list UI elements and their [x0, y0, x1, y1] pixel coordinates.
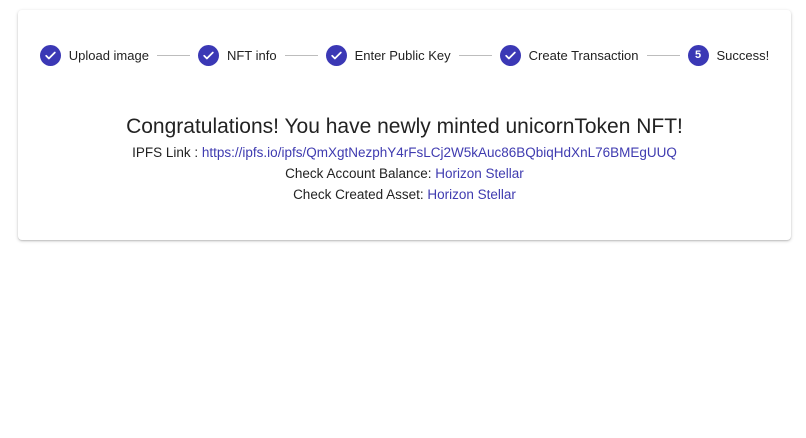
horizon-balance-link[interactable]: Horizon Stellar: [435, 166, 524, 181]
step-label: Enter Public Key: [354, 47, 451, 63]
success-message: Congratulations! You have newly minted u…: [18, 114, 791, 205]
ipfs-link[interactable]: https://ipfs.io/ipfs/QmXgtNezphY4rFsLCj2…: [202, 145, 677, 160]
step-number: 5: [694, 49, 702, 61]
step-connector: [458, 54, 492, 56]
check-icon: [499, 44, 521, 66]
step-label: Create Transaction: [528, 47, 639, 63]
account-balance-row: Check Account Balance: Horizon Stellar: [18, 163, 791, 184]
step-label: NFT info: [226, 47, 277, 63]
progress-stepper: Upload image NFT info Enter Public Key C…: [18, 43, 791, 67]
minting-result-card: Upload image NFT info Enter Public Key C…: [18, 10, 791, 240]
check-icon: [197, 44, 219, 66]
step-label: Upload image: [68, 47, 149, 63]
step-label: Success!: [716, 47, 770, 63]
step-connector: [156, 54, 190, 56]
created-asset-label: Check Created Asset:: [293, 187, 428, 202]
created-asset-row: Check Created Asset: Horizon Stellar: [18, 184, 791, 205]
step-success: 5 Success!: [687, 44, 770, 66]
step-number-badge: 5: [687, 44, 709, 66]
step-connector: [646, 54, 680, 56]
step-enter-public-key: Enter Public Key: [325, 44, 451, 66]
step-connector: [284, 54, 318, 56]
check-icon: [325, 44, 347, 66]
check-icon: [39, 44, 61, 66]
step-upload-image: Upload image: [39, 44, 149, 66]
ipfs-link-label: IPFS Link :: [132, 145, 202, 160]
step-create-transaction: Create Transaction: [499, 44, 639, 66]
congratulations-heading: Congratulations! You have newly minted u…: [126, 115, 683, 138]
account-balance-label: Check Account Balance:: [285, 166, 436, 181]
ipfs-link-row: IPFS Link : https://ipfs.io/ipfs/QmXgtNe…: [18, 142, 791, 163]
step-nft-info: NFT info: [197, 44, 277, 66]
horizon-asset-link[interactable]: Horizon Stellar: [427, 187, 516, 202]
